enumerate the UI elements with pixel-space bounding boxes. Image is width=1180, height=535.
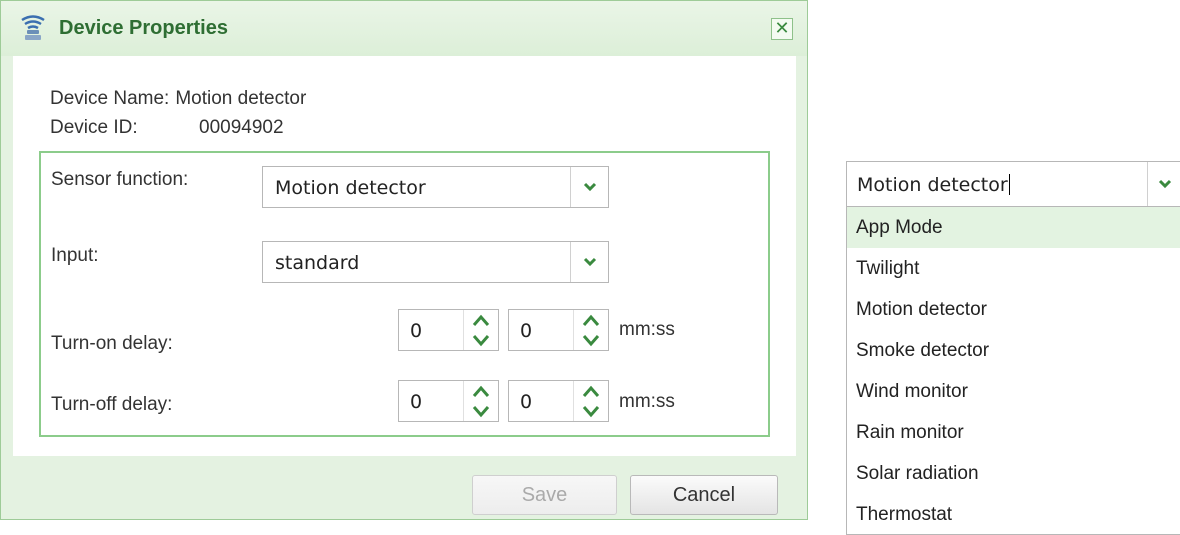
save-button[interactable]: Save: [472, 475, 617, 515]
dropdown-current-text: Motion detector: [857, 174, 1008, 196]
chevron-down-icon[interactable]: [580, 402, 602, 420]
dialog-title: Device Properties: [59, 17, 228, 39]
text-caret: [1008, 174, 1010, 195]
turn-on-minutes-value: 0: [410, 320, 423, 342]
option-rain-monitor[interactable]: Rain monitor: [847, 412, 1180, 453]
device-name-label: Device Name:: [50, 88, 170, 109]
option-wind-monitor[interactable]: Wind monitor: [847, 371, 1180, 412]
sensor-icon: [21, 15, 45, 40]
device-id-label: Device ID:: [50, 117, 138, 138]
input-select[interactable]: standard: [262, 241, 609, 283]
sensor-function-value: Motion detector: [275, 177, 426, 199]
turn-off-minutes-stepper[interactable]: 0: [398, 380, 499, 422]
input-label: Input:: [51, 245, 99, 266]
turn-on-seconds-stepper[interactable]: 0: [508, 309, 609, 351]
device-name-value: Motion detector: [175, 88, 307, 109]
chevron-up-icon[interactable]: [580, 312, 602, 330]
chevron-down-icon[interactable]: [570, 167, 608, 207]
sensor-function-dropdown[interactable]: Motion detector: [846, 161, 1180, 207]
sensor-function-label: Sensor function:: [51, 169, 189, 190]
turn-off-delay-label: Turn-off delay:: [51, 394, 173, 415]
turn-off-seconds-value: 0: [520, 391, 533, 413]
close-button[interactable]: ✕: [771, 18, 793, 40]
chevron-down-icon[interactable]: [470, 331, 492, 349]
input-value: standard: [275, 252, 360, 274]
dropdown-current-value[interactable]: Motion detector: [857, 174, 1010, 196]
chevron-up-icon[interactable]: [470, 383, 492, 401]
chevron-up-icon[interactable]: [580, 383, 602, 401]
chevron-down-icon[interactable]: [580, 331, 602, 349]
chevron-down-icon[interactable]: [570, 242, 608, 282]
device-id-row: Device ID: 00094902: [50, 117, 284, 139]
cancel-button[interactable]: Cancel: [630, 475, 778, 515]
device-properties-dialog: Device Properties ✕ Device Name: Motion d…: [0, 0, 808, 520]
option-solar-radiation[interactable]: Solar radiation: [847, 453, 1180, 494]
option-app-mode[interactable]: App Mode: [847, 207, 1180, 248]
chevron-down-icon[interactable]: [470, 402, 492, 420]
turn-on-seconds-value: 0: [520, 320, 533, 342]
option-twilight[interactable]: Twilight: [847, 248, 1180, 289]
turn-off-seconds-stepper[interactable]: 0: [508, 380, 609, 422]
turn-on-delay-label: Turn-on delay:: [51, 333, 173, 354]
option-smoke-detector[interactable]: Smoke detector: [847, 330, 1180, 371]
turn-off-unit: mm:ss: [619, 391, 675, 412]
chevron-down-icon[interactable]: [1147, 162, 1180, 206]
option-thermostat[interactable]: Thermostat: [847, 494, 1180, 535]
option-motion-detector[interactable]: Motion detector: [847, 289, 1180, 330]
device-name-row: Device Name: Motion detector: [50, 88, 306, 110]
sensor-function-select[interactable]: Motion detector: [262, 166, 609, 208]
sensor-function-option-list: App Mode Twilight Motion detector Smoke …: [846, 207, 1180, 535]
close-icon: ✕: [774, 18, 790, 38]
turn-on-minutes-stepper[interactable]: 0: [398, 309, 499, 351]
turn-off-minutes-value: 0: [410, 391, 423, 413]
turn-on-unit: mm:ss: [619, 319, 675, 340]
settings-panel: Sensor function: Motion detector Input: …: [39, 151, 770, 437]
dialog-titlebar[interactable]: Device Properties ✕: [1, 1, 807, 56]
dialog-content: Device Name: Motion detector Device ID: 00…: [13, 56, 796, 456]
chevron-up-icon[interactable]: [470, 312, 492, 330]
device-id-value: 00094902: [199, 117, 284, 138]
